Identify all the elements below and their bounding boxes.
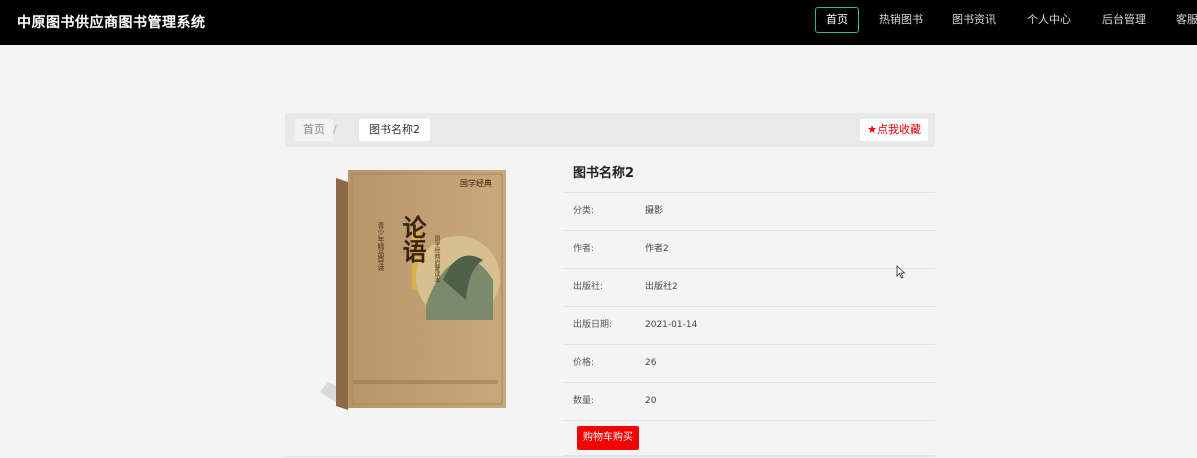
book-cover-series: 青少年精品导读 (377, 222, 385, 271)
detail-value: 出版社2 (645, 282, 678, 292)
book-title: 图书名称2 (563, 155, 935, 193)
divider (285, 456, 935, 457)
add-to-cart-button[interactable]: 购物车购买 (577, 426, 639, 450)
breadcrumb-current: 图书名称2 (359, 119, 430, 141)
detail-row-category: 分类: 摄影 (563, 193, 935, 231)
detail-row-price: 价格: 26 (563, 345, 935, 383)
detail-row-author: 作者: 作者2 (563, 231, 935, 269)
book-cover-title: 论语 (398, 215, 427, 263)
top-navbar: 中原图书供应商图书管理系统 首页 热销图书 图书资讯 个人中心 后台管理 客服 (0, 0, 1197, 45)
nav-item-hot-books[interactable]: 热销图书 (879, 7, 923, 33)
detail-label: 数量: (573, 396, 595, 406)
detail-value: 摄影 (645, 206, 664, 216)
detail-value: 作者2 (645, 244, 669, 254)
breadcrumb: 首页 / 图书名称2 ★点我收藏 (285, 113, 935, 147)
mouse-pointer-icon (896, 264, 906, 283)
nav-item-support[interactable]: 客服 (1176, 7, 1197, 33)
book-detail-panel: 图书名称2 分类: 摄影 作者: 作者2 出版社: 出版社2 出版日期: 202… (563, 155, 935, 456)
nav-item-home[interactable]: 首页 (815, 7, 859, 33)
nav-item-admin[interactable]: 后台管理 (1102, 7, 1146, 33)
detail-label: 出版日期: (573, 320, 613, 330)
breadcrumb-separator: / (333, 123, 337, 136)
detail-label: 价格: (573, 358, 595, 368)
favorite-button[interactable]: ★点我收藏 (860, 119, 928, 141)
detail-label: 出版社: (573, 282, 604, 292)
detail-value: 26 (645, 358, 657, 368)
nav-item-profile[interactable]: 个人中心 (1027, 7, 1071, 33)
nav-item-book-news[interactable]: 图书资讯 (952, 7, 996, 33)
book-cover-illustration (320, 170, 506, 410)
detail-label: 作者: (573, 244, 595, 254)
site-title: 中原图书供应商图书管理系统 (17, 15, 206, 31)
detail-value: 20 (645, 396, 657, 406)
detail-row-publish-date: 出版日期: 2021-01-14 (563, 307, 935, 345)
purchase-bar: 购物车购买 (563, 421, 935, 456)
book-cover-image: 论语 国学经典 国学经典启蒙读本 青少年精品导读 (318, 160, 518, 415)
breadcrumb-home-link[interactable]: 首页 (295, 119, 333, 141)
detail-value: 2021-01-14 (645, 320, 698, 330)
book-cover-brand: 国学经典 (460, 179, 492, 188)
detail-row-publisher: 出版社: 出版社2 (563, 269, 935, 307)
detail-row-quantity: 数量: 20 (563, 383, 935, 421)
book-cover-subtitle: 国学经典启蒙读本 (433, 235, 440, 283)
detail-label: 分类: (573, 206, 595, 216)
